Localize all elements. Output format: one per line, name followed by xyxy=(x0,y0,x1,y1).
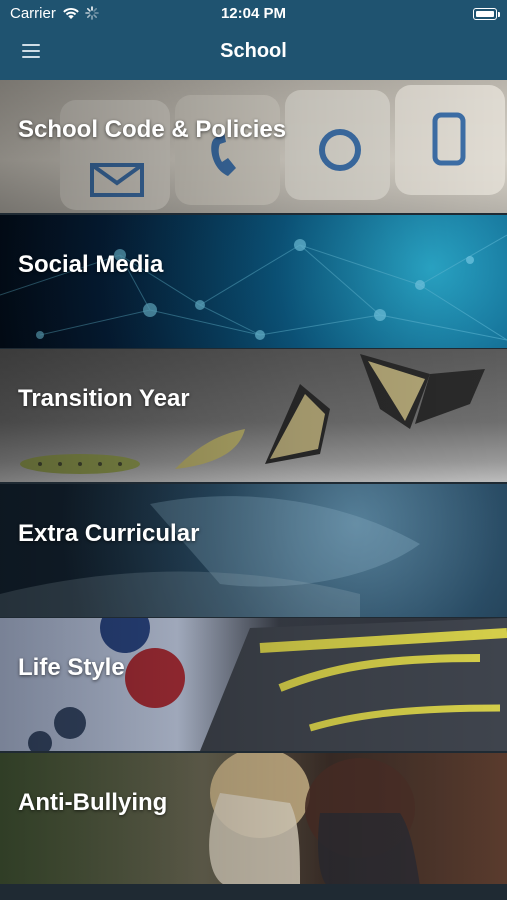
category-tile-school-code-policies[interactable]: School Code & Policies xyxy=(0,80,507,213)
category-tile-social-media[interactable]: Social Media xyxy=(0,214,507,348)
category-tile-anti-bullying[interactable]: Anti-Bullying xyxy=(0,752,507,886)
battery-icon xyxy=(473,8,500,20)
tile-label: Anti-Bullying xyxy=(18,788,168,816)
tile-label: Transition Year xyxy=(18,385,190,412)
bottom-bar xyxy=(0,884,507,900)
app-header: Carrier 12:04 PM School xyxy=(0,0,507,80)
navigation-bar: School xyxy=(0,30,507,76)
tile-label: Social Media xyxy=(18,250,164,278)
status-bar: Carrier 12:04 PM xyxy=(0,0,507,28)
tile-label: School Code & Policies xyxy=(18,116,287,143)
page-title: School xyxy=(220,40,287,62)
clock-time: 12:04 PM xyxy=(220,5,287,22)
category-tile-life-style[interactable]: Life Style xyxy=(0,618,507,751)
category-tile-transition-year[interactable]: Transition Year xyxy=(0,349,507,482)
category-list: School Code & Policies Social Media Tran… xyxy=(0,80,507,887)
tile-label: Extra Curricular xyxy=(18,519,200,547)
tile-label: Life Style xyxy=(18,654,125,681)
category-tile-extra-curricular[interactable]: Extra Curricular xyxy=(0,483,507,617)
